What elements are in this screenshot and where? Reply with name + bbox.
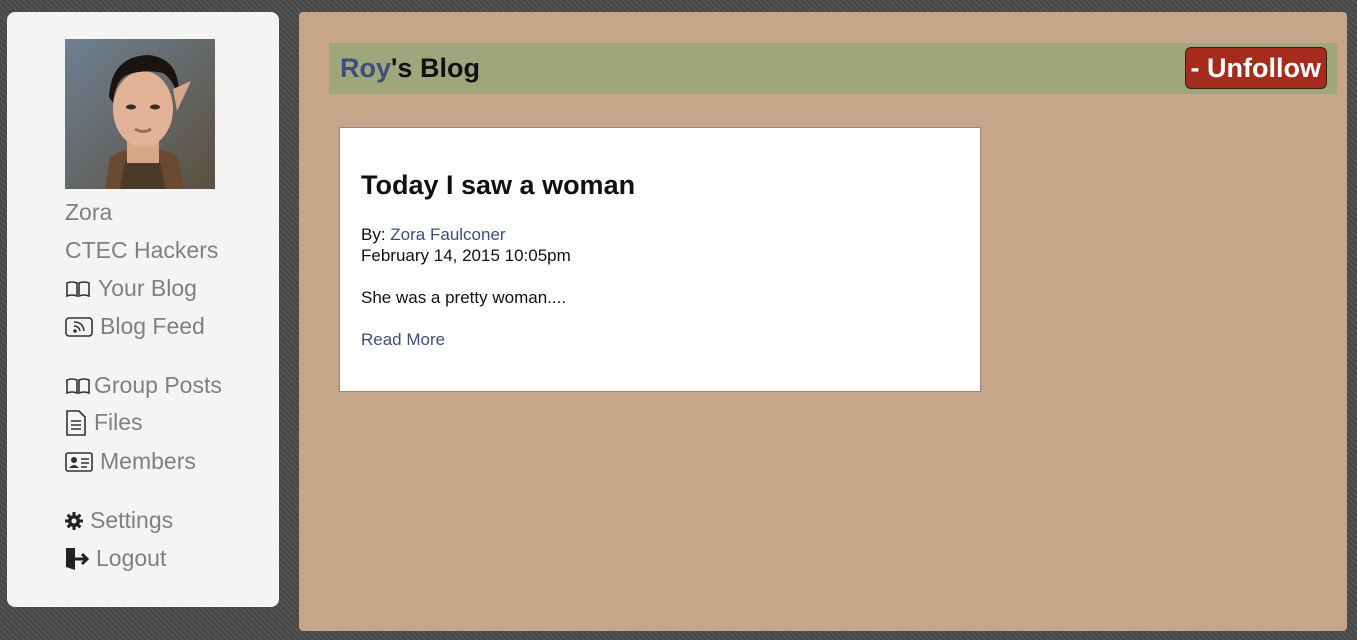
logout-icon <box>65 547 89 571</box>
page-title: Roy's Blog <box>340 53 480 84</box>
unfollow-button[interactable]: - Unfollow <box>1184 47 1327 89</box>
sidebar-item-logout[interactable]: Logout <box>65 545 166 572</box>
blog-title-suffix: 's Blog <box>391 53 480 83</box>
read-more-link[interactable]: Read More <box>361 330 445 350</box>
post-excerpt: She was a pretty woman.... <box>361 288 567 307</box>
sidebar-item-group[interactable]: CTEC Hackers <box>65 237 218 264</box>
sidebar-item-blog-feed[interactable]: Blog Feed <box>65 313 205 340</box>
post-title[interactable]: Today I saw a woman <box>361 170 635 201</box>
sidebar-item-label: Logout <box>96 545 167 571</box>
sidebar-item-group-posts[interactable]: Group Posts <box>65 372 222 399</box>
sidebar-item-label: Settings <box>90 507 174 533</box>
sidebar-item-label: Members <box>100 448 196 474</box>
sidebar: Zora CTEC Hackers Your Blog Blog Feed Gr… <box>7 12 279 607</box>
rss-feed-icon <box>65 316 93 337</box>
sidebar-item-settings[interactable]: Settings <box>65 507 173 534</box>
sidebar-item-label: Files <box>94 409 143 435</box>
avatar[interactable] <box>65 39 215 189</box>
sidebar-item-your-blog[interactable]: Your Blog <box>65 275 197 302</box>
sidebar-item-members[interactable]: Members <box>65 448 196 475</box>
sidebar-item-label: Group Posts <box>94 372 222 398</box>
open-book-icon <box>65 376 91 396</box>
blog-header: Roy's Blog - Unfollow <box>329 43 1337 94</box>
post-author-link[interactable]: Zora Faulconer <box>390 225 505 244</box>
post-date: February 14, 2015 10:05pm <box>361 246 571 265</box>
post-by-prefix: By: <box>361 225 391 244</box>
gear-icon <box>65 511 83 530</box>
open-book-icon <box>65 279 91 299</box>
sidebar-item-label: Your Blog <box>98 275 197 301</box>
post-byline: By: Zora Faulconer <box>361 225 506 245</box>
id-card-icon <box>65 451 93 472</box>
sidebar-item-label: Zora <box>65 199 113 225</box>
avatar-portrait <box>65 39 215 189</box>
post-card: Today I saw a woman By: Zora Faulconer F… <box>339 127 981 392</box>
sidebar-item-label: CTEC Hackers <box>65 237 219 263</box>
sidebar-item-files[interactable]: Files <box>65 409 143 436</box>
sidebar-item-label: Blog Feed <box>100 313 205 339</box>
blog-owner-link[interactable]: Roy <box>340 53 391 83</box>
document-icon <box>65 409 87 436</box>
sidebar-item-username[interactable]: Zora <box>65 199 112 226</box>
main-content: Roy's Blog - Unfollow Today I saw a woma… <box>299 12 1347 631</box>
